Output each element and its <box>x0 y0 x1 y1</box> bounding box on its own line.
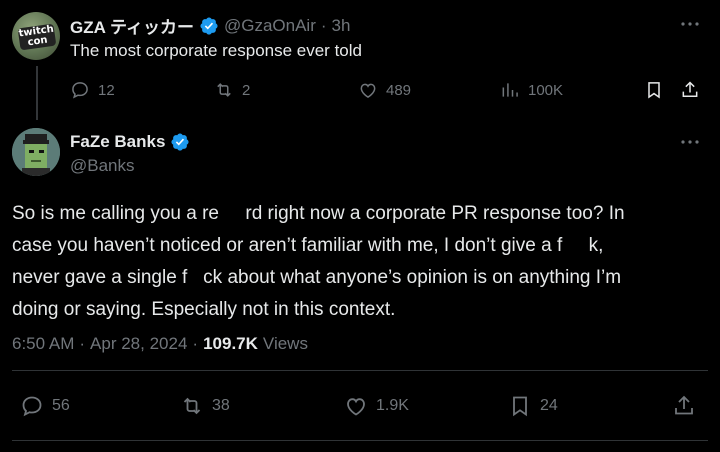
reply-count: 56 <box>52 397 70 414</box>
bookmark-icon <box>513 396 527 417</box>
views-count: 109.7K <box>203 334 258 353</box>
divider <box>12 370 708 371</box>
views-button[interactable]: 100K <box>500 80 563 100</box>
main-tweet-text: So is me calling you a re rd right now a… <box>12 198 712 326</box>
parent-display-name[interactable]: GZA ティッカー <box>70 13 194 38</box>
like-count: 489 <box>386 81 412 99</box>
views-count: 100K <box>528 81 564 99</box>
views-label: Views <box>262 334 308 353</box>
parent-tweet-text: The most corporate response ever told <box>70 41 362 60</box>
share-icon[interactable] <box>672 394 696 418</box>
more-options-icon[interactable] <box>678 130 702 154</box>
header-separator: · <box>320 15 327 35</box>
tweet-text-line: case you haven’t noticed or aren’t famil… <box>12 235 604 256</box>
avatar-pixel-art <box>12 128 60 176</box>
bookmark-icon[interactable] <box>644 80 664 100</box>
tweet-time[interactable]: 6:50 AM <box>12 334 74 354</box>
thread-connector-line <box>36 66 38 120</box>
repost-count: 2 <box>242 81 251 99</box>
tweet-text-line: So is me calling you a re rd right now a… <box>12 203 625 224</box>
parent-handle[interactable]: @GzaOnAir <box>224 16 316 36</box>
repost-icon <box>183 397 201 415</box>
avatar-faze-banks[interactable] <box>12 128 60 176</box>
analytics-icon <box>502 83 518 97</box>
like-button[interactable]: 489 <box>358 80 411 100</box>
like-count: 1.9K <box>376 397 409 414</box>
tweet-date[interactable]: Apr 28, 2024 <box>90 334 187 354</box>
main-display-name[interactable]: FaZe Banks <box>70 132 165 152</box>
meta-separator: · <box>79 334 86 353</box>
repost-button[interactable]: 2 <box>214 80 250 100</box>
reply-button[interactable]: 56 <box>20 394 70 418</box>
verified-badge-icon <box>171 133 189 151</box>
main-tweet-header: FaZe Banks <box>70 132 190 152</box>
avatar-badge-text: twitch con <box>17 23 57 51</box>
heart-icon <box>360 83 376 98</box>
repost-icon <box>217 83 231 97</box>
divider <box>12 440 708 441</box>
repost-count: 38 <box>212 397 230 414</box>
reply-button[interactable]: 12 <box>70 80 115 100</box>
share-icon[interactable] <box>680 80 700 100</box>
bookmark-count: 24 <box>540 397 558 414</box>
like-button[interactable]: 1.9K <box>344 394 409 418</box>
meta-separator: · <box>192 334 199 353</box>
repost-button[interactable]: 38 <box>180 394 230 418</box>
main-handle[interactable]: @Banks <box>70 156 135 176</box>
tweet-text-line: doing or saying. Especially not in this … <box>12 299 396 320</box>
parent-timestamp[interactable]: 3h <box>332 16 351 36</box>
reply-icon <box>72 82 88 99</box>
parent-tweet-header: GZA ティッカー @GzaOnAir · 3h <box>70 13 350 38</box>
heart-icon <box>347 398 365 416</box>
reply-count: 12 <box>98 81 115 99</box>
more-options-icon[interactable] <box>678 12 702 36</box>
verified-badge-icon <box>200 16 218 35</box>
bookmark-button[interactable]: 24 <box>508 394 558 418</box>
tweet-text-line: never gave a single f ck about what anyo… <box>12 267 622 288</box>
avatar-gza[interactable]: twitch con <box>12 12 60 60</box>
reply-icon <box>22 396 42 417</box>
tweet-meta: 6:50 AM · Apr 28, 2024 · 109.7K Views <box>12 334 308 354</box>
